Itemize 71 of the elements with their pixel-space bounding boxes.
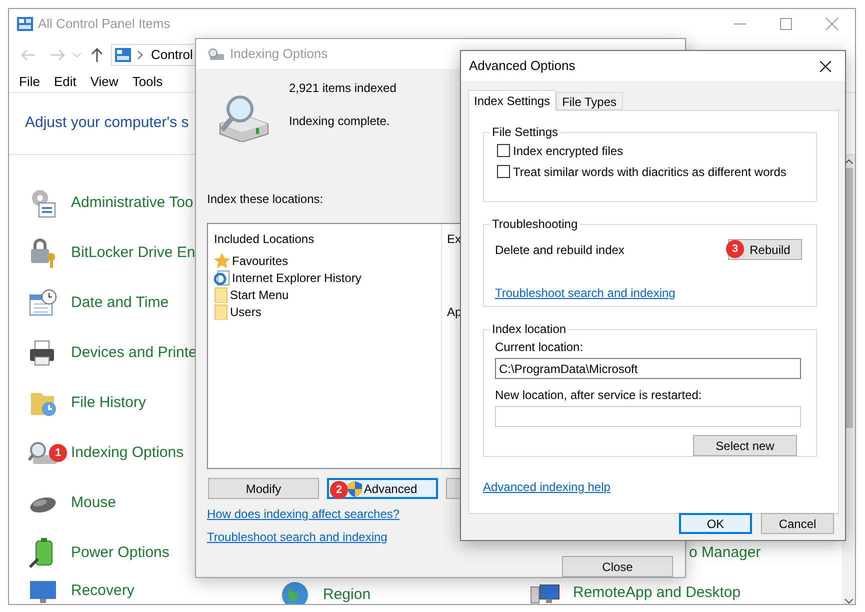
control-panel-link[interactable]: Indexing Options — [71, 442, 184, 464]
control-panel-link[interactable]: Administrative Too — [71, 192, 194, 214]
address-segment[interactable]: Control — [151, 44, 193, 64]
tab[interactable]: Index Settings — [468, 90, 556, 111]
scroll-down-icon[interactable] — [844, 599, 852, 604]
control-panel-icon — [115, 48, 131, 62]
close-icon[interactable] — [820, 60, 831, 72]
globe-icon — [279, 579, 311, 604]
column-header[interactable]: Ex — [447, 230, 462, 248]
control-panel-link[interactable]: File History — [71, 392, 146, 414]
window-title: All Control Panel Items — [38, 14, 170, 33]
scroll-up-icon[interactable] — [844, 159, 852, 164]
folder-icon — [214, 286, 228, 303]
control-panel-link[interactable]: Mouse — [71, 492, 116, 514]
control-panel-link[interactable]: Devices and Printe — [71, 342, 197, 364]
checkbox-label[interactable]: Index encrypted files — [513, 142, 624, 160]
maximize-icon[interactable] — [780, 18, 792, 30]
control-panel-link[interactable]: RemoteApp and Desktop — [573, 582, 741, 604]
items-count: 2,921 items indexed — [289, 80, 396, 97]
dialog-button[interactable]: Cancel — [761, 513, 834, 534]
troubleshoot-link[interactable]: Troubleshoot search and indexing — [495, 284, 676, 302]
menu-item[interactable]: Tools — [132, 72, 163, 92]
group-title: File Settings — [491, 124, 560, 141]
menu-item[interactable]: View — [90, 72, 118, 92]
control-panel-link[interactable]: Recovery — [71, 580, 134, 602]
location-name[interactable]: Start Menu — [230, 286, 289, 304]
shield-icon — [348, 480, 362, 496]
location-name[interactable]: Favourites — [232, 252, 288, 270]
dialog-button[interactable]: OK — [679, 513, 752, 534]
page-globe-icon — [214, 270, 230, 286]
description-text: Delete and rebuild index — [495, 242, 624, 258]
select-new-button[interactable]: Select new — [693, 435, 797, 456]
control-panel-link[interactable]: BitLocker Drive En — [71, 242, 196, 264]
help-link[interactable]: Advanced indexing help — [483, 478, 610, 496]
field-label: Current location: — [495, 339, 584, 356]
control-panel-icon — [17, 16, 33, 30]
checkbox[interactable] — [497, 144, 510, 157]
menu-item[interactable]: Edit — [54, 72, 76, 92]
location-name[interactable]: Internet Explorer History — [232, 268, 362, 287]
dialog-button[interactable]: 2 Advanced — [327, 478, 438, 499]
control-panel-link[interactable]: Date and Time — [71, 292, 169, 314]
step-badge: 3 — [726, 240, 744, 258]
indexing-status: Indexing complete. — [289, 113, 391, 130]
step-badge: 1 — [49, 444, 67, 462]
checkbox[interactable] — [497, 165, 510, 178]
dialog-title: Advanced Options — [469, 57, 576, 76]
control-panel-link[interactable]: Region — [323, 584, 371, 604]
dialog-button[interactable]: Modify — [208, 478, 319, 499]
group-title: Index location — [491, 321, 568, 338]
dialog-title: Indexing Options — [230, 45, 328, 64]
control-panel-link[interactable]: o Manager — [689, 542, 761, 564]
step-badge: 2 — [330, 481, 348, 499]
help-link[interactable]: Troubleshoot search and indexing — [207, 528, 388, 546]
folder-icon — [214, 304, 228, 320]
magnifier-drive-icon — [206, 47, 224, 61]
column-header[interactable]: Included Locations — [214, 230, 441, 248]
checkbox-label[interactable]: Treat similar words with diacritics as different words — [513, 162, 786, 180]
tab[interactable]: File Types — [556, 92, 623, 110]
new-location-field[interactable] — [495, 406, 801, 427]
page-heading: Adjust your computer's s — [25, 113, 189, 134]
control-panel-link[interactable]: Power Options — [71, 542, 170, 564]
help-link[interactable]: How does indexing affect searches? — [207, 505, 400, 523]
up-arrow-icon[interactable] — [91, 48, 103, 62]
rebuild-button[interactable]: 3 Rebuild — [728, 239, 802, 260]
dialog-button[interactable]: Close — [562, 556, 673, 577]
menu-item[interactable]: File — [19, 72, 40, 92]
current-location-field[interactable]: C:\ProgramData\Microsoft — [495, 358, 801, 379]
chevron-right-icon — [138, 50, 143, 58]
location-name[interactable]: Users — [230, 302, 262, 321]
star-icon — [214, 252, 230, 269]
section-label: Index these locations: — [207, 191, 324, 208]
